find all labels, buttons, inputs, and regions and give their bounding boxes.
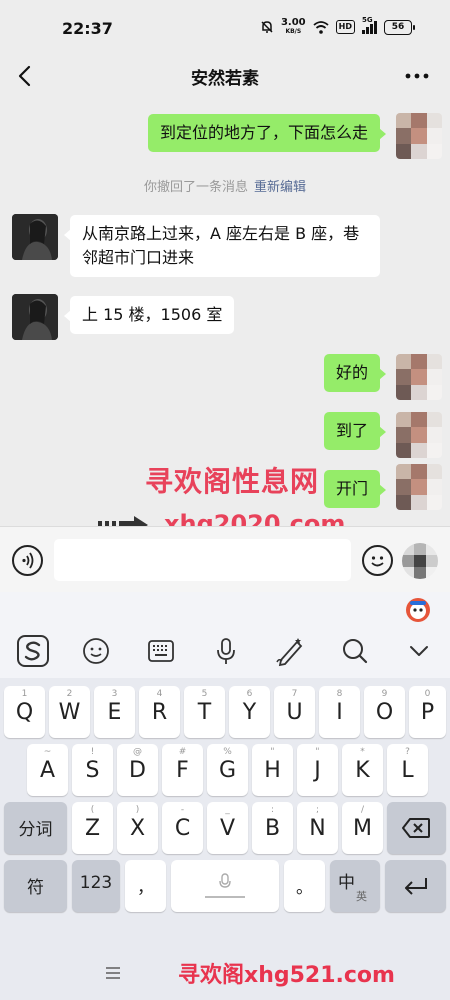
backspace-key[interactable] [387,802,446,854]
key-y[interactable]: 6Y [229,686,270,738]
message-bubble-sent[interactable]: 到定位的地方了，下面怎么走 [147,114,387,152]
key-g[interactable]: % G [207,744,248,796]
message-bubble-sent[interactable]: 好的 [323,354,387,392]
keyboard-icon[interactable] [144,634,178,668]
hd-badge: HD [335,20,355,34]
enter-icon [405,878,427,895]
watermark-footer: 寻欢阁xhg521.com [178,963,395,988]
mic-icon[interactable] [209,634,243,668]
key-e[interactable]: 3E [94,686,135,738]
net-speed: 3.00 KB/S [280,17,306,36]
collapse-icon[interactable] [402,634,436,668]
segment-key[interactable]: 分词 [4,802,67,854]
watermark-text: 寻欢阁性息网 [145,465,320,498]
message-bubble-sent[interactable]: 到了 [323,412,387,450]
comma-key[interactable]: ， [125,860,166,912]
key-f[interactable]: # F [162,744,203,796]
voice-icon[interactable] [12,545,43,576]
handwriting-icon[interactable] [273,634,307,668]
my-avatar[interactable] [396,412,442,458]
key-x[interactable]: ) X [117,802,158,854]
message-bubble-received[interactable]: 上 15 楼，1506 室 [63,296,235,334]
sogou-logo-icon[interactable] [16,634,50,668]
status-bar: 22:37 3.00 KB/S HD 5G 56 [0,0,450,58]
chat-title: 安然若素 [191,69,259,89]
contact-avatar[interactable] [12,214,58,260]
key-p[interactable]: 0P [409,686,446,738]
menu-icon[interactable] [104,962,122,986]
period-key[interactable]: 。 [284,860,325,912]
clock: 22:37 [62,19,113,38]
key-q[interactable]: 1Q [4,686,45,738]
key-j[interactable]: " J [297,744,338,796]
key-l[interactable]: ? L [387,744,428,796]
key-u[interactable]: 7U [274,686,315,738]
keyboard-mascot-icon[interactable] [406,598,430,622]
my-avatar[interactable] [396,464,442,510]
key-v[interactable]: _ V [207,802,248,854]
soft-keyboard: 1Q 2W 3E 4R 5T 6Y 7U 8I 9O 0P ~ A ! S @ D #… [0,592,450,1000]
key-d[interactable]: @ D [117,744,158,796]
language-switch-key[interactable]: 中 英 [330,860,380,912]
emoticon-icon[interactable] [79,634,113,668]
message-bubble-sent[interactable]: 开门 [323,470,387,508]
status-icons: 3.00 KB/S HD 5G 56 [260,16,415,36]
key-c[interactable]: -C [162,802,203,854]
search-icon[interactable] [338,634,372,668]
key-r[interactable]: 4R [139,686,180,738]
message-bubble-received[interactable]: 从南京路上过来，A 座左右是 B 座，巷邻超市门口进来 [64,215,380,277]
numbers-key[interactable]: 123 [72,860,120,912]
key-b[interactable]: :B [252,802,293,854]
key-a[interactable]: ~ A [27,744,68,796]
key-k[interactable]: * K [342,744,383,796]
key-h[interactable]: " H [252,744,293,796]
emoji-icon[interactable] [362,545,393,576]
contact-avatar[interactable] [12,294,58,340]
key-m[interactable]: / M [342,802,383,854]
signal-icon: 5G [362,16,377,34]
enter-key[interactable] [385,860,446,912]
my-avatar[interactable] [396,354,442,400]
recall-notice: 你撤回了一条消息 重新编辑 [143,180,307,195]
wifi-icon [313,20,329,34]
backspace-icon [402,818,430,838]
key-t[interactable]: 5T [184,686,225,738]
key-n[interactable]: ; N [297,802,338,854]
battery-icon: 56 [384,19,415,35]
key-w[interactable]: 2W [49,686,90,738]
key-s[interactable]: ! S [72,744,113,796]
mic-small-icon [219,873,231,888]
my-avatar[interactable] [396,113,442,159]
keyboard-toolbar [0,592,450,678]
re-edit-link[interactable]: 重新编辑 [254,180,306,195]
key-z[interactable]: (Z [72,802,113,854]
key-o[interactable]: 9O [364,686,405,738]
symbols-key[interactable]: 符 [4,860,67,912]
space-key[interactable] [171,860,279,912]
mute-bell-icon [261,21,273,33]
plus-icon[interactable] [402,543,438,579]
message-input[interactable] [54,539,351,581]
input-bar [0,526,450,592]
key-i[interactable]: 8I [319,686,360,738]
more-dots-icon[interactable] [402,62,432,90]
chat-header: 安然若素 [0,58,450,94]
